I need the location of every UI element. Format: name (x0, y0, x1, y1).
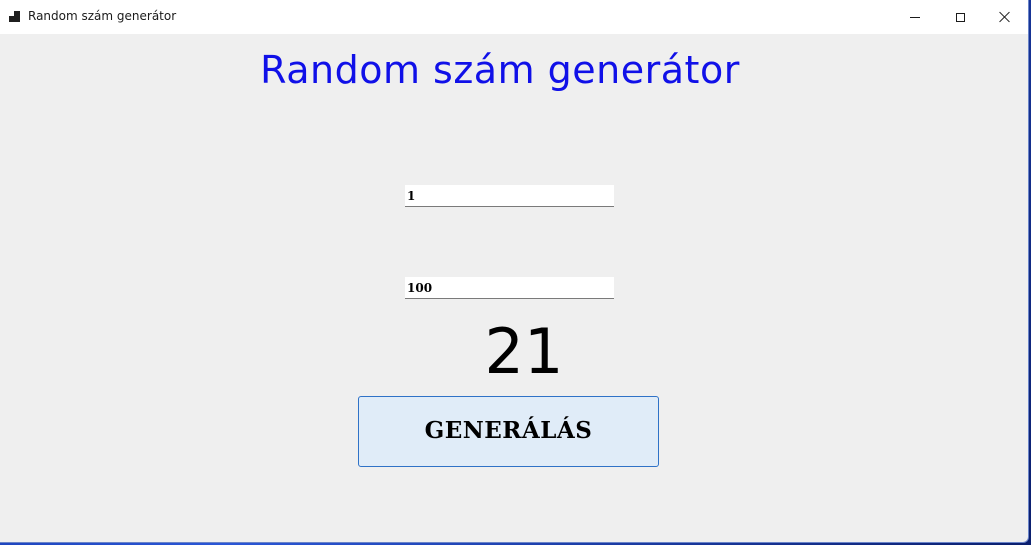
generate-button[interactable]: GENERÁLÁS (358, 396, 659, 467)
title-bar[interactable]: Random szám generátor (0, 0, 1028, 34)
max-value-input[interactable] (405, 277, 614, 299)
min-value-input[interactable] (405, 185, 614, 207)
result-number: 21 (484, 315, 564, 388)
minimize-button[interactable] (892, 0, 938, 34)
generate-button-label: GENERÁLÁS (424, 417, 593, 444)
page-title: Random szám generátor (260, 48, 740, 92)
minimize-icon (910, 16, 920, 18)
window-title: Random szám generátor (28, 9, 177, 23)
maximize-icon (955, 12, 965, 22)
maximize-button[interactable] (937, 0, 983, 34)
close-icon (999, 11, 1011, 23)
close-button[interactable] (982, 0, 1028, 34)
app-window: Random szám generátor Random szám generá… (0, 0, 1029, 543)
app-window-icon (9, 11, 21, 23)
